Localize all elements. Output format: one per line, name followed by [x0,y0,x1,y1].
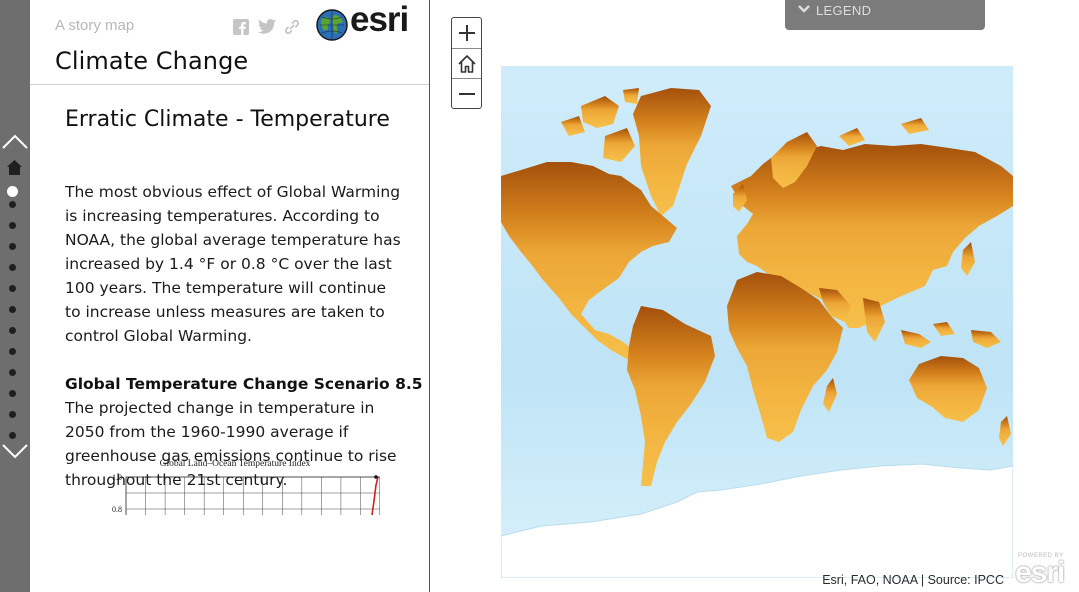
nav-dot[interactable] [9,327,16,334]
nav-dot[interactable] [9,369,16,376]
map-view[interactable]: LEGEND Esri, FAO, NOAA | Source: IPCC PO… [431,0,1079,592]
section-title: Erratic Climate - Temperature [65,107,390,132]
section-paragraph: The most obvious effect of Global Warmin… [65,183,401,345]
map-attribution: Esri, FAO, NOAA | Source: IPCC [822,573,1004,587]
nav-dot[interactable] [9,243,16,250]
nav-home-icon[interactable] [6,159,23,176]
twitter-icon[interactable] [258,19,276,35]
app-title: Climate Change [55,47,249,75]
thumbnail-y-label-next: 0.8 [112,505,122,514]
facebook-icon[interactable] [233,19,251,35]
zoom-in-button[interactable] [452,18,481,48]
nav-dot[interactable] [9,264,16,271]
powered-by-esri-logo[interactable]: POWERED BY esri [1015,553,1077,589]
chart-heading: Global Temperature Change Scenario 8.5 [65,375,423,393]
esri-logo[interactable]: esri [316,0,409,42]
thumbnail-grid [125,476,380,515]
nav-up-arrow[interactable] [1,132,29,150]
home-extent-button[interactable] [452,48,481,78]
nav-dot[interactable] [9,411,16,418]
thumbnail-trend-line [371,476,379,515]
side-panel: A story map Climate Change esri Erratic … [30,0,430,592]
powered-by-esri-text: esri [1015,556,1065,589]
nav-down-arrow[interactable] [1,442,29,460]
thumbnail-endpoint [374,475,378,479]
temperature-index-thumbnail[interactable]: Global Land–Ocean Temperature Index 1.0 … [60,455,380,515]
globe-icon [316,9,348,41]
story-nav-rail [0,0,30,592]
nav-dot[interactable] [9,285,16,292]
zoom-control [451,17,482,109]
thumbnail-y-label-top: 1.0 [112,473,122,482]
chevron-down-icon [798,5,810,13]
home-icon [457,54,476,73]
esri-logo-text: esri [350,0,409,39]
nav-dot[interactable] [7,186,18,197]
panel-header: A story map Climate Change esri [30,0,429,85]
legend-toggle[interactable]: LEGEND [785,0,985,30]
nav-dot[interactable] [9,432,16,439]
nav-dot[interactable] [9,306,16,313]
thumbnail-title: Global Land–Ocean Temperature Index [160,459,311,469]
nav-dot[interactable] [9,201,16,208]
zoom-out-button[interactable] [452,78,481,108]
legend-label: LEGEND [816,3,872,18]
nav-dot[interactable] [9,348,16,355]
temperature-change-map[interactable] [501,66,1013,578]
nav-dot[interactable] [9,222,16,229]
nav-dot[interactable] [9,390,16,397]
app-subtitle: A story map [55,17,135,34]
link-icon[interactable] [284,19,302,35]
